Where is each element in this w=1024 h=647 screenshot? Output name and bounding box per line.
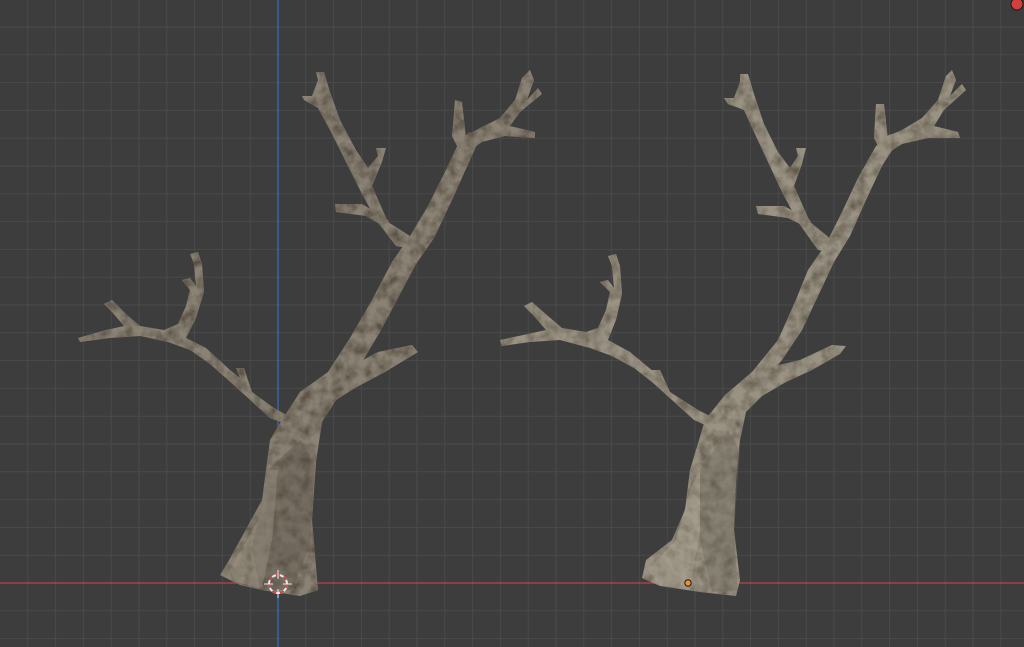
viewport-canvas[interactable] (0, 0, 1024, 647)
record-dot-icon (1010, 0, 1024, 11)
3d-viewport[interactable] (0, 0, 1024, 647)
tree-left-branch-left (78, 252, 292, 424)
object-origin-icon[interactable] (684, 579, 692, 587)
tree-right-highlight (648, 470, 700, 590)
tree-right-branch-left (500, 254, 718, 428)
viewport-grid (0, 0, 1024, 647)
